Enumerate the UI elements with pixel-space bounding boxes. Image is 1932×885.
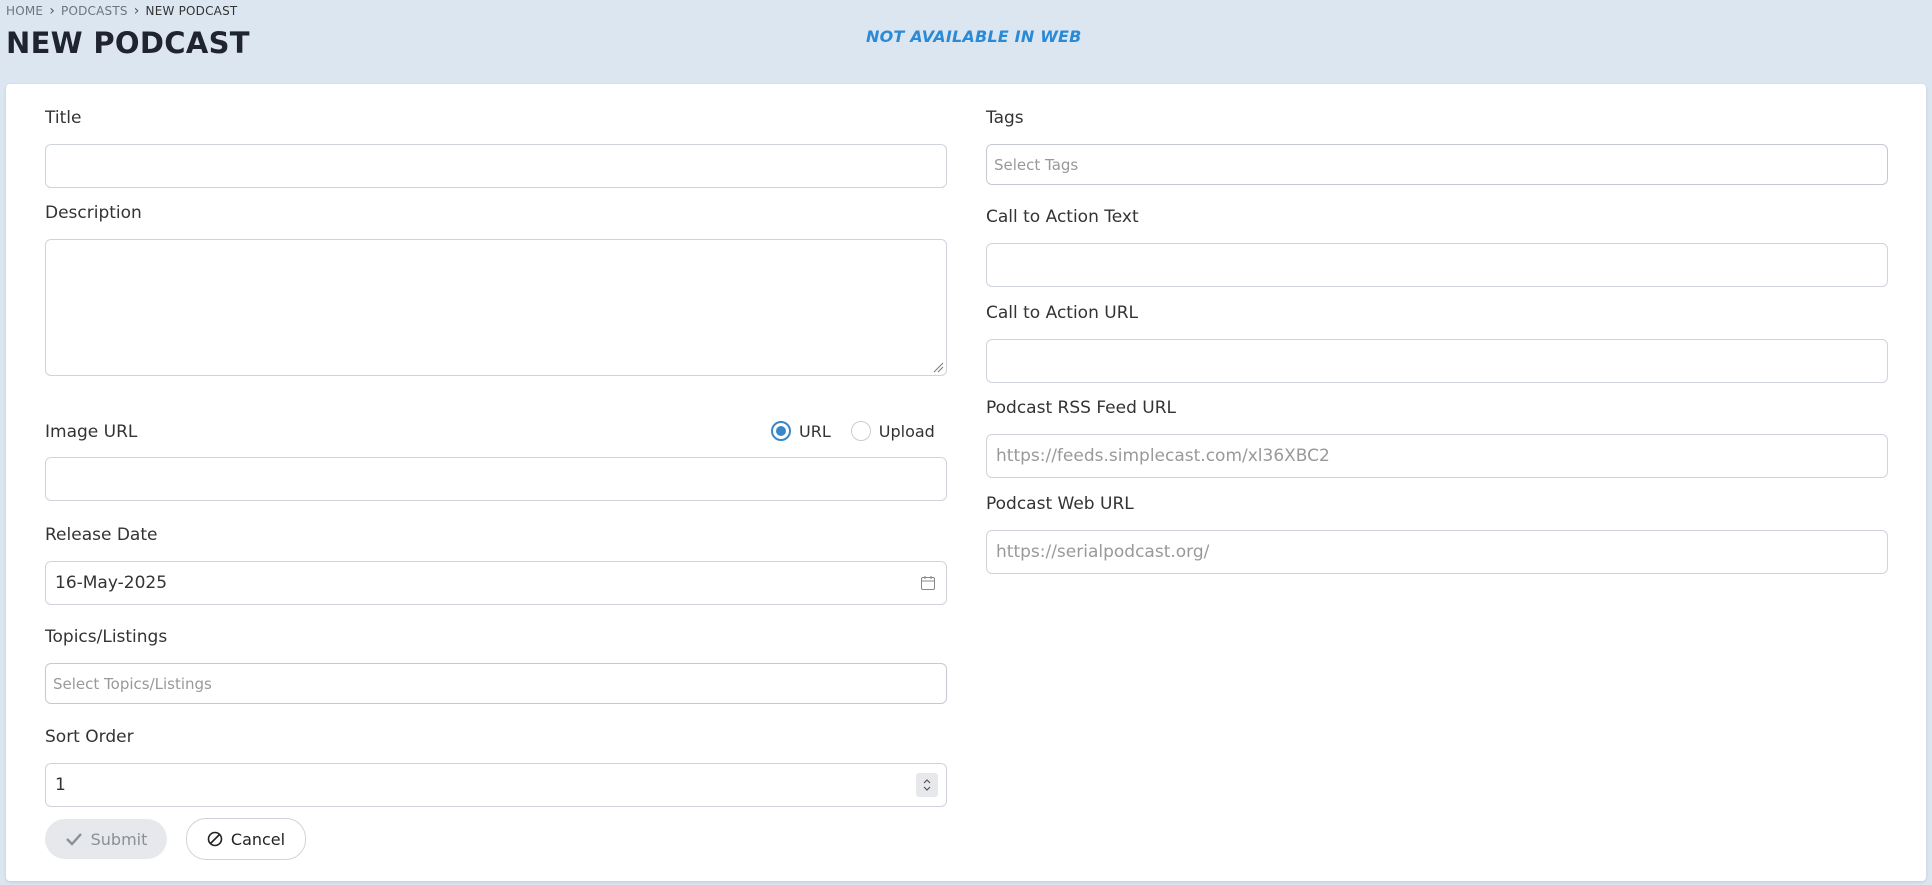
topics-label: Topics/Listings — [45, 627, 168, 647]
radio-upload-label: Upload — [878, 421, 935, 441]
breadcrumb-home[interactable]: HOME — [6, 4, 43, 18]
release-date-label: Release Date — [45, 525, 158, 545]
cta-url-label: Call to Action URL — [986, 303, 1138, 323]
description-label: Description — [45, 203, 142, 223]
cancel-button[interactable]: Cancel — [186, 818, 306, 860]
tags-select[interactable]: Select Tags — [986, 144, 1888, 185]
image-url-input[interactable] — [45, 457, 947, 501]
sort-order-label: Sort Order — [45, 727, 134, 747]
cta-url-input[interactable] — [986, 339, 1888, 383]
ban-icon — [207, 831, 223, 847]
release-date-value: 16-May-2025 — [55, 573, 168, 593]
tags-label: Tags — [986, 108, 1024, 128]
submit-label: Submit — [90, 829, 148, 849]
radio-url-label: URL — [799, 421, 831, 441]
image-url-label: Image URL — [45, 422, 138, 442]
check-icon — [65, 833, 82, 846]
cta-text-input[interactable] — [986, 243, 1888, 287]
radio-upload[interactable]: Upload — [850, 421, 935, 441]
description-textarea[interactable] — [45, 239, 947, 376]
title-input[interactable] — [45, 144, 947, 188]
rss-url-label: Podcast RSS Feed URL — [986, 398, 1177, 418]
submit-button[interactable]: Submit — [45, 819, 167, 859]
breadcrumb-current: NEW PODCAST — [145, 4, 238, 18]
page-header: HOME › PODCASTS › NEW PODCAST NEW PODCAS… — [0, 0, 1932, 84]
chevron-right-icon: › — [133, 3, 140, 19]
radio-checked-icon — [771, 421, 791, 441]
rss-url-input[interactable]: https://feeds.simplecast.com/xl36XBC2 — [986, 434, 1888, 478]
number-stepper[interactable] — [916, 773, 938, 797]
web-url-input[interactable]: https://serialpodcast.org/ — [986, 530, 1888, 574]
release-date-input[interactable]: 16-May-2025 — [45, 561, 947, 605]
podcast-form-card: Title Description Image URL URL Upload R… — [6, 84, 1926, 881]
calendar-icon[interactable] — [920, 575, 936, 591]
web-url-label: Podcast Web URL — [986, 494, 1134, 514]
chevron-right-icon: › — [49, 3, 56, 19]
sort-order-value: 1 — [55, 775, 66, 795]
radio-url[interactable]: URL — [771, 421, 831, 441]
cta-text-label: Call to Action Text — [986, 207, 1139, 227]
title-label: Title — [45, 108, 82, 128]
page-title: NEW PODCAST — [6, 26, 250, 60]
radio-unchecked-icon — [850, 421, 871, 441]
stepper-arrows-icon[interactable] — [922, 776, 932, 794]
cancel-label: Cancel — [230, 829, 286, 849]
breadcrumb-podcasts[interactable]: PODCASTS — [61, 4, 128, 18]
not-available-notice: NOT AVAILABLE IN WEB — [866, 27, 1082, 46]
sort-order-input[interactable]: 1 — [45, 763, 947, 807]
breadcrumb: HOME › PODCASTS › NEW PODCAST — [6, 4, 237, 18]
topics-select[interactable]: Select Topics/Listings — [45, 663, 947, 704]
resize-grip-icon[interactable] — [932, 361, 944, 373]
image-source-radio-group: URL Upload — [771, 421, 955, 441]
